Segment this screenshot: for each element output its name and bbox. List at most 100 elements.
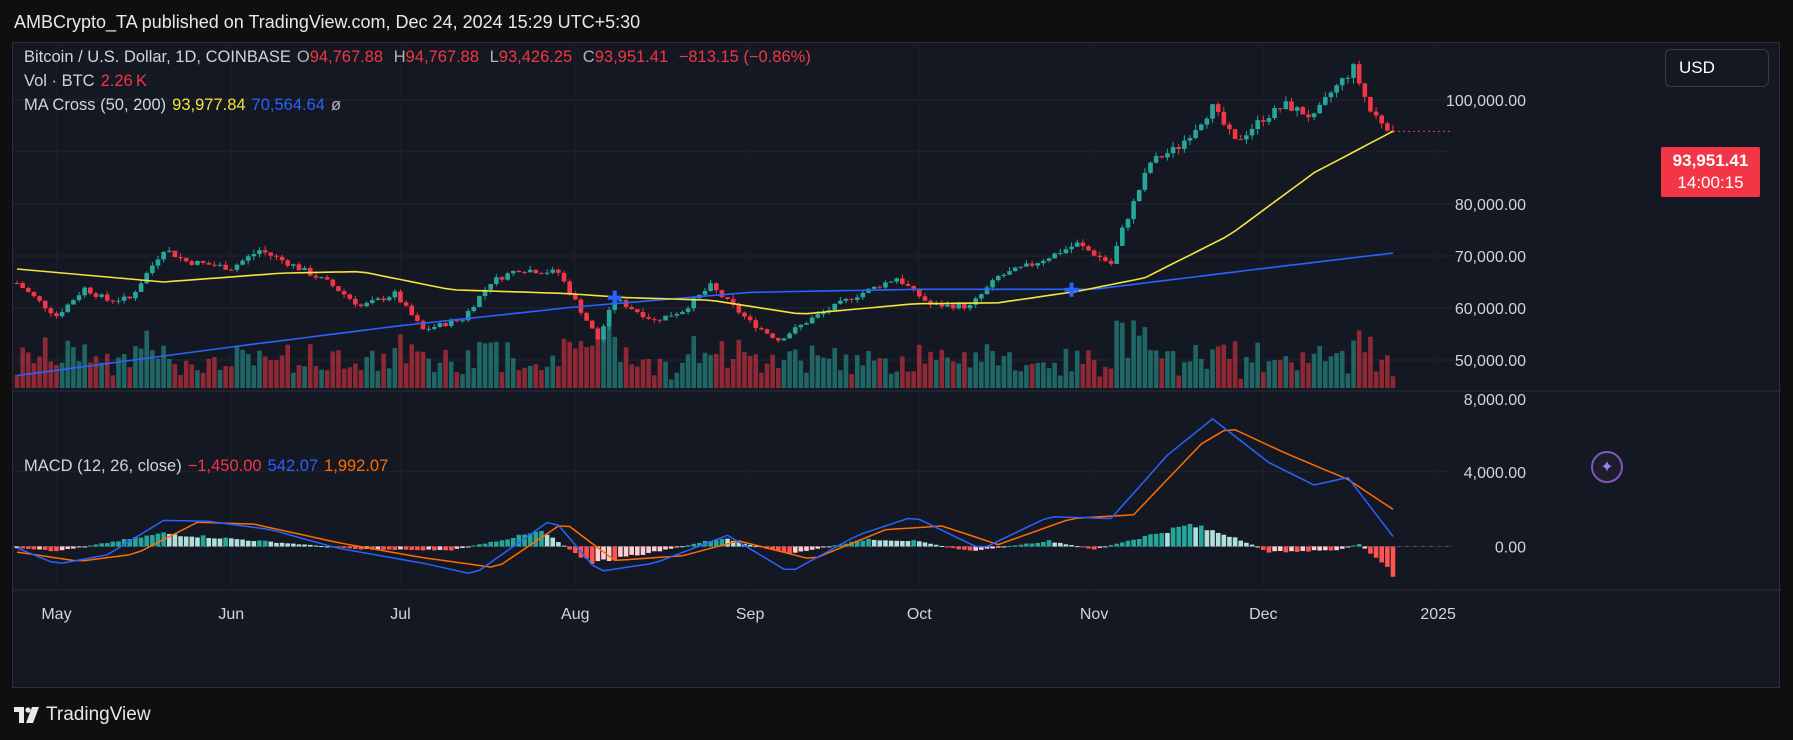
candle-body[interactable]	[713, 283, 719, 291]
candle-body[interactable]	[1232, 129, 1238, 140]
candle-body[interactable]	[764, 329, 770, 334]
candle-body[interactable]	[200, 260, 206, 263]
candle-body[interactable]	[54, 313, 59, 317]
candle-body[interactable]	[1103, 257, 1108, 262]
candle-body[interactable]	[274, 255, 279, 257]
candle-body[interactable]	[1176, 146, 1182, 150]
candle-body[interactable]	[1204, 118, 1210, 125]
candle-body[interactable]	[719, 290, 725, 298]
candle-body[interactable]	[527, 269, 533, 273]
candle-body[interactable]	[1159, 156, 1165, 158]
candle-body[interactable]	[291, 264, 296, 266]
candle-body[interactable]	[618, 300, 623, 302]
candle-body[interactable]	[804, 323, 809, 325]
candle-body[interactable]	[460, 320, 465, 322]
candle-body[interactable]	[1035, 263, 1041, 266]
candle-body[interactable]	[1091, 250, 1097, 256]
candle-body[interactable]	[776, 337, 781, 341]
candle-body[interactable]	[313, 275, 319, 278]
chart-container[interactable]: 100,000.00 80,000.00 70,000.00 60,000.00 50,…	[12, 42, 1781, 688]
candle-body[interactable]	[1255, 120, 1260, 130]
candle-body[interactable]	[144, 273, 150, 284]
candle-body[interactable]	[386, 297, 392, 301]
candle-body[interactable]	[330, 279, 336, 287]
candle-body[interactable]	[854, 297, 860, 300]
candle-body[interactable]	[747, 316, 753, 321]
candle-body[interactable]	[494, 277, 499, 284]
candle-body[interactable]	[651, 318, 657, 320]
candle-body[interactable]	[657, 319, 663, 321]
candle-body[interactable]	[268, 252, 274, 256]
candle-body[interactable]	[110, 300, 116, 302]
candle-body[interactable]	[369, 300, 375, 304]
candle-body[interactable]	[1244, 135, 1249, 140]
candle-body[interactable]	[505, 273, 510, 280]
candle-body[interactable]	[1227, 124, 1232, 130]
candle-body[interactable]	[1221, 111, 1227, 125]
candle-body[interactable]	[172, 250, 178, 258]
candle-body[interactable]	[1373, 111, 1379, 116]
candle-body[interactable]	[477, 296, 482, 307]
currency-button[interactable]: USD	[1665, 49, 1769, 87]
candle-body[interactable]	[1001, 274, 1007, 277]
candle-body[interactable]	[860, 292, 866, 298]
candle-body[interactable]	[1136, 189, 1142, 202]
candle-body[interactable]	[1266, 118, 1272, 122]
candle-body[interactable]	[1069, 246, 1074, 250]
candle-body[interactable]	[381, 298, 386, 301]
candle-body[interactable]	[133, 291, 138, 299]
candle-body[interactable]	[533, 269, 539, 274]
ma-cross-legend[interactable]: MA Cross (50, 200) 93,977.84 70,564.64 ø	[24, 96, 347, 115]
candle-body[interactable]	[843, 298, 849, 301]
tradingview-logo[interactable]: TradingView	[14, 704, 151, 726]
candle-body[interactable]	[189, 261, 195, 265]
candle-body[interactable]	[319, 277, 324, 279]
candle-body[interactable]	[1294, 107, 1300, 111]
candle-body[interactable]	[561, 272, 567, 282]
candle-body[interactable]	[702, 290, 708, 295]
candle-body[interactable]	[240, 260, 245, 265]
candle-body[interactable]	[375, 298, 381, 301]
candle-body[interactable]	[59, 312, 65, 317]
candle-body[interactable]	[1029, 263, 1035, 266]
candle-body[interactable]	[984, 287, 990, 295]
candle-body[interactable]	[883, 282, 888, 288]
candle-body[interactable]	[1368, 96, 1373, 112]
candle-body[interactable]	[838, 300, 843, 304]
candle-body[interactable]	[341, 291, 347, 295]
candle-body[interactable]	[1018, 266, 1024, 268]
candle-body[interactable]	[285, 260, 290, 266]
candle-body[interactable]	[1198, 124, 1204, 130]
candle-body[interactable]	[223, 264, 228, 270]
candle-body[interactable]	[1260, 120, 1266, 122]
candle-body[interactable]	[1339, 78, 1345, 86]
candle-body[interactable]	[510, 270, 516, 274]
symbol-title[interactable]: Bitcoin / U.S. Dollar, 1D, COINBASE	[24, 48, 291, 66]
candle-body[interactable]	[1012, 267, 1018, 272]
candle-body[interactable]	[99, 294, 104, 297]
candle-body[interactable]	[443, 323, 448, 326]
candle-body[interactable]	[82, 287, 87, 296]
candle-body[interactable]	[967, 304, 973, 309]
candle-body[interactable]	[900, 278, 905, 284]
candle-body[interactable]	[65, 304, 71, 313]
candle-body[interactable]	[1210, 104, 1215, 119]
candle-body[interactable]	[212, 264, 217, 266]
candle-body[interactable]	[257, 250, 262, 255]
candle-body[interactable]	[877, 286, 883, 288]
candle-body[interactable]	[1345, 77, 1351, 79]
candle-body[interactable]	[302, 267, 307, 270]
candle-body[interactable]	[1249, 129, 1255, 136]
candle-body[interactable]	[922, 296, 928, 301]
candle-body[interactable]	[234, 264, 240, 270]
candle-body[interactable]	[815, 314, 821, 318]
candle-body[interactable]	[245, 256, 251, 261]
candle-body[interactable]	[1385, 123, 1390, 131]
candle-body[interactable]	[708, 283, 713, 291]
candle-body[interactable]	[1311, 113, 1317, 118]
candle-body[interactable]	[556, 269, 561, 273]
candle-body[interactable]	[166, 250, 172, 252]
candle-body[interactable]	[127, 296, 133, 299]
candle-body[interactable]	[979, 294, 984, 299]
candle-body[interactable]	[353, 298, 358, 305]
